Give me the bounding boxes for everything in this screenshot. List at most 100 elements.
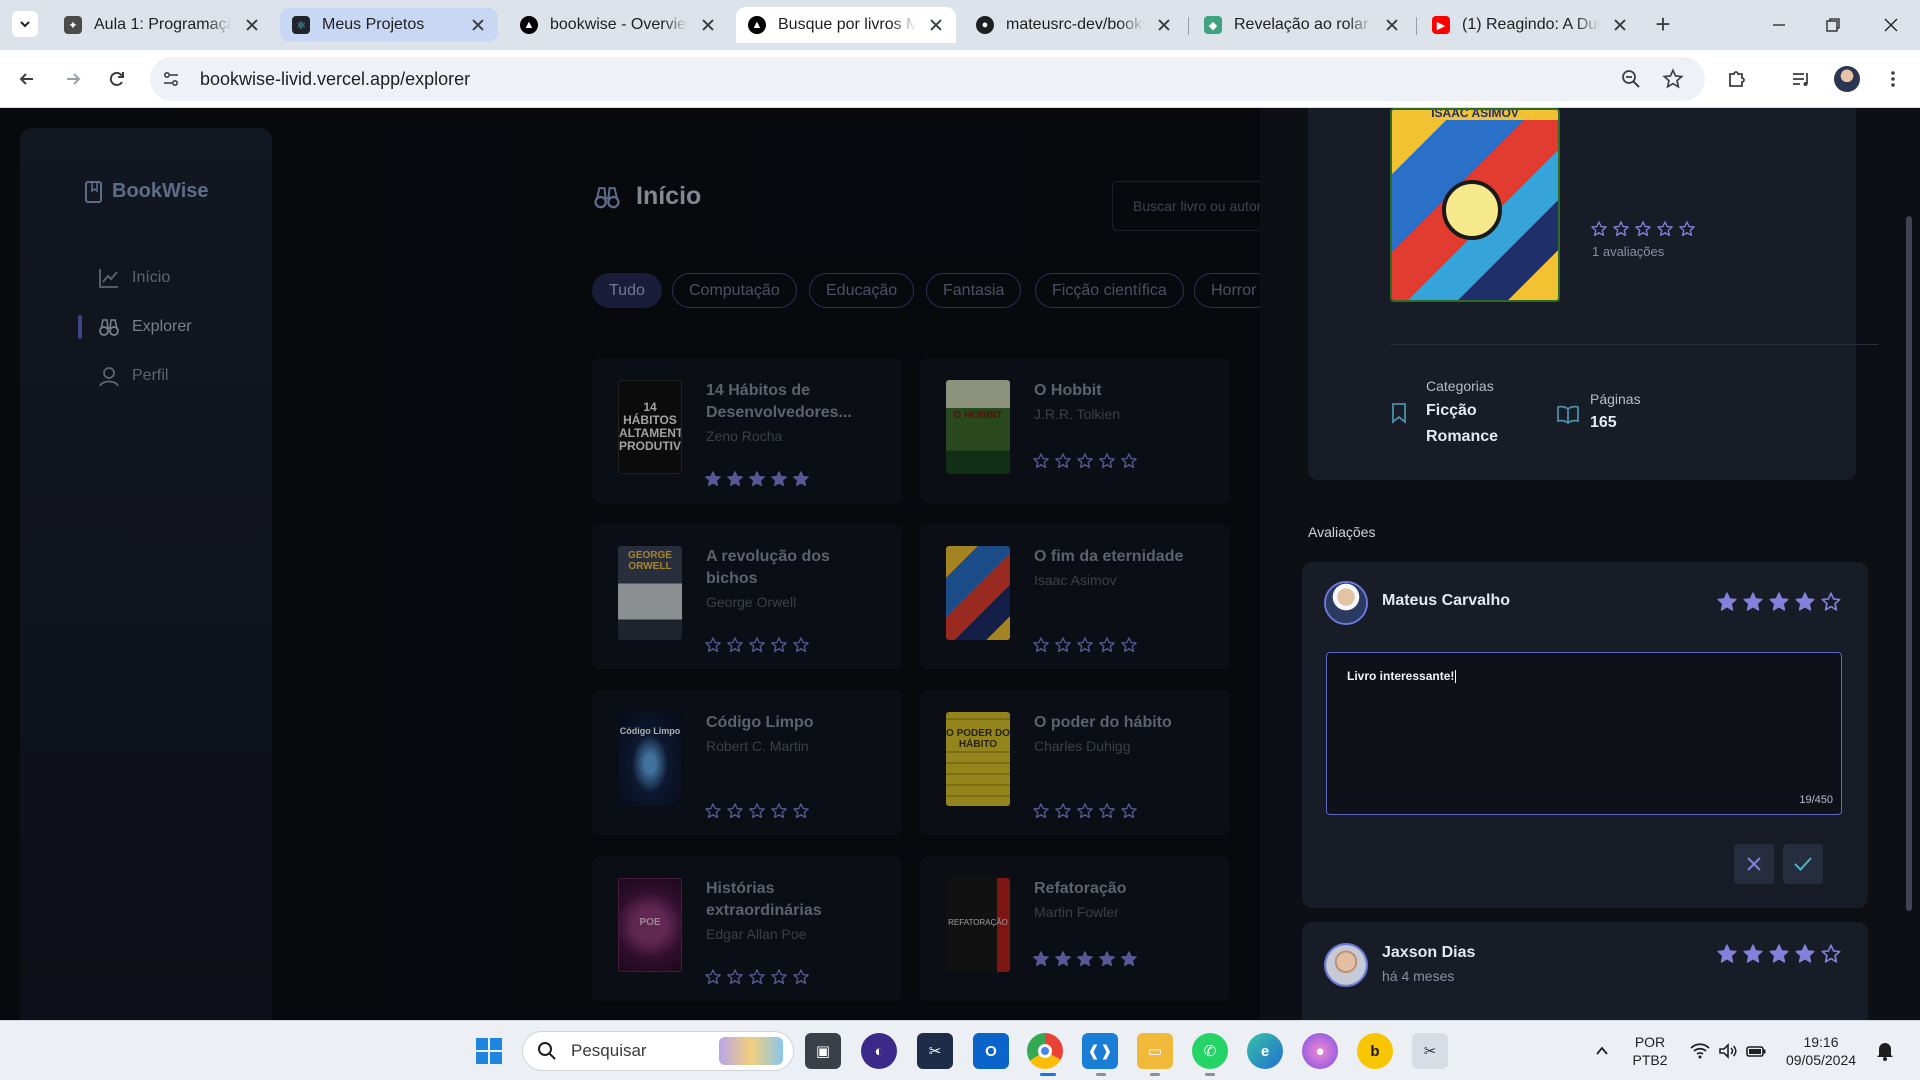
category-chip-educacao[interactable]: Educação — [809, 273, 915, 308]
submit-review-button[interactable] — [1783, 844, 1823, 884]
category-chip-computacao[interactable]: Computação — [672, 273, 797, 308]
taskbar-search[interactable]: Pesquisar — [522, 1031, 794, 1071]
minimize-button[interactable] — [1764, 10, 1794, 40]
book-title: Histórias extraordinárias — [706, 880, 822, 919]
chevron-up-icon[interactable] — [1584, 1033, 1620, 1069]
review-card: Jaxson Dias há 4 meses — [1302, 922, 1868, 1020]
book-rating — [1032, 452, 1138, 475]
book-rating — [1032, 636, 1138, 659]
book-card[interactable]: 14HÁBITOSALTAMENTEPRODUTIVOS 14 Hábitos … — [592, 358, 902, 503]
zoom-button[interactable] — [1616, 64, 1646, 94]
book-card[interactable]: GEORGE ORWELL A revolução dos bichos Geor… — [592, 524, 902, 669]
book-card[interactable]: Código Limpo Código Limpo Robert C. Mart… — [592, 690, 902, 835]
capcut-icon[interactable]: ✂ — [917, 1033, 953, 1069]
close-icon[interactable] — [1156, 17, 1172, 33]
close-icon[interactable] — [244, 17, 260, 33]
star-filled-icon[interactable] — [1768, 591, 1790, 618]
category-chip-ficcao[interactable]: Ficção científica — [1035, 273, 1184, 308]
star-filled-icon — [1032, 950, 1050, 973]
close-icon[interactable] — [470, 17, 486, 33]
language-indicator[interactable]: POR PTB2 — [1630, 1033, 1670, 1069]
tab-aula[interactable]: ✦ Aula 1: Programação — [52, 7, 272, 43]
back-button[interactable] — [12, 64, 42, 94]
arrow-left-icon — [19, 73, 33, 85]
task-view-icon[interactable]: ▣ — [805, 1033, 841, 1069]
star-filled-icon — [1098, 950, 1116, 973]
reload-button[interactable] — [102, 64, 132, 94]
star-outline-icon — [704, 802, 722, 825]
close-icon[interactable] — [1384, 17, 1400, 33]
book-rating — [704, 802, 810, 825]
media-control-button[interactable] — [1786, 64, 1816, 94]
category-chip-fantasia[interactable]: Fantasia — [926, 273, 1022, 308]
book-cover-image — [946, 546, 1010, 640]
book-card[interactable]: REFATORAÇÃO Refatoração Martin Fowler — [920, 856, 1230, 1001]
sidebar-item-perfil[interactable]: Perfil — [98, 365, 168, 387]
profile-button[interactable] — [1832, 64, 1862, 94]
book-card[interactable]: POE Histórias extraordinárias Edgar Alla… — [592, 856, 902, 1001]
star-outline-icon[interactable] — [1820, 591, 1842, 618]
close-window-button[interactable] — [1876, 10, 1906, 40]
sidebar-item-explorer[interactable]: Explorer — [98, 316, 192, 338]
tab-youtube[interactable]: ▶ (1) Reagindo: A Dura — [1420, 7, 1640, 43]
close-icon[interactable] — [1612, 17, 1628, 33]
star-outline-icon — [726, 802, 744, 825]
book-card[interactable]: O fim da eternidade Isaac Asimov — [920, 524, 1230, 669]
book-cover-image: Código Limpo — [618, 712, 682, 806]
address-bar[interactable]: bookwise-livid.vercel.app/explorer — [150, 57, 1705, 101]
book-card[interactable]: O HOBBIT O Hobbit J.R.R. Tolkien — [920, 358, 1230, 503]
tab-github[interactable]: ● mateusrc-dev/bookw — [964, 7, 1184, 43]
site-settings-icon[interactable] — [150, 69, 192, 89]
tab-revelacao[interactable]: ◆ Revelação ao rolar — [1192, 7, 1412, 43]
notifications-button[interactable] — [1870, 1033, 1900, 1069]
snipping-tool-icon[interactable]: ✂ — [1412, 1033, 1448, 1069]
zoom-out-icon — [1622, 70, 1640, 88]
tab-search-button[interactable] — [12, 11, 38, 37]
new-tab-button[interactable]: + — [1650, 11, 1676, 38]
file-explorer-icon[interactable]: ▭ — [1137, 1033, 1173, 1069]
brand-logo[interactable]: BookWise — [84, 180, 209, 203]
category-chip-tudo[interactable]: Tudo — [592, 273, 662, 308]
app-icon[interactable]: b — [1357, 1033, 1393, 1069]
outlook-icon[interactable]: O — [973, 1033, 1009, 1069]
avatar — [1834, 66, 1860, 92]
extensions-button[interactable] — [1722, 64, 1752, 94]
tab-busque-livros[interactable]: ▲ Busque por livros Ma — [736, 7, 956, 43]
windows-start-button[interactable] — [471, 1033, 507, 1069]
windows-taskbar: Pesquisar ▣ ◐ ✂ O ❰❱ ▭ ✆ e ● b ✂ POR PTB… — [0, 1020, 1920, 1080]
app-icon[interactable]: ● — [1302, 1033, 1338, 1069]
drawer-scrollbar[interactable] — [1906, 216, 1912, 911]
restore-button[interactable] — [1818, 10, 1848, 40]
review-textarea[interactable]: Livro interessante! 19/450 — [1326, 652, 1842, 815]
reviewer-name: Mateus Carvalho — [1382, 592, 1511, 609]
book-card[interactable]: O PODER DO HÁBITO O poder do hábito Char… — [920, 690, 1230, 835]
bookmark-button[interactable] — [1658, 64, 1688, 94]
star-filled-icon[interactable] — [1742, 591, 1764, 618]
chrome-icon[interactable] — [1027, 1033, 1063, 1069]
menu-button[interactable] — [1878, 64, 1908, 94]
vscode-icon[interactable]: ❰❱ — [1082, 1033, 1118, 1069]
app-icon[interactable]: ◐ — [861, 1033, 897, 1069]
close-icon[interactable] — [700, 17, 716, 33]
book-author: Robert C. Martin — [706, 738, 809, 754]
close-icon — [1884, 18, 1898, 32]
close-icon[interactable] — [928, 17, 944, 33]
book-rating — [704, 470, 810, 493]
cancel-review-button[interactable] — [1734, 844, 1774, 884]
tab-bookwise-overview[interactable]: ▲ bookwise - Overview — [508, 7, 728, 43]
book-rating — [704, 636, 810, 659]
edge-icon[interactable]: e — [1247, 1033, 1283, 1069]
star-outline-icon — [1662, 68, 1684, 89]
clock[interactable]: 19:16 09/05/2024 — [1782, 1033, 1860, 1069]
star-filled-icon[interactable] — [1794, 591, 1816, 618]
system-tray-status[interactable] — [1680, 1033, 1776, 1069]
rating-count: 1 avaliações — [1592, 244, 1665, 259]
forward-button[interactable] — [58, 64, 88, 94]
book-title: A revolução dos bichos — [706, 548, 830, 587]
whatsapp-icon[interactable]: ✆ — [1192, 1033, 1228, 1069]
rating-input[interactable] — [1716, 591, 1842, 618]
tab-meus-projetos[interactable]: ⚛ Meus Projetos — [280, 8, 498, 42]
sidebar-item-inicio[interactable]: Início — [98, 267, 170, 289]
review-time: há 4 meses — [1382, 968, 1455, 984]
star-filled-icon[interactable] — [1716, 591, 1738, 618]
